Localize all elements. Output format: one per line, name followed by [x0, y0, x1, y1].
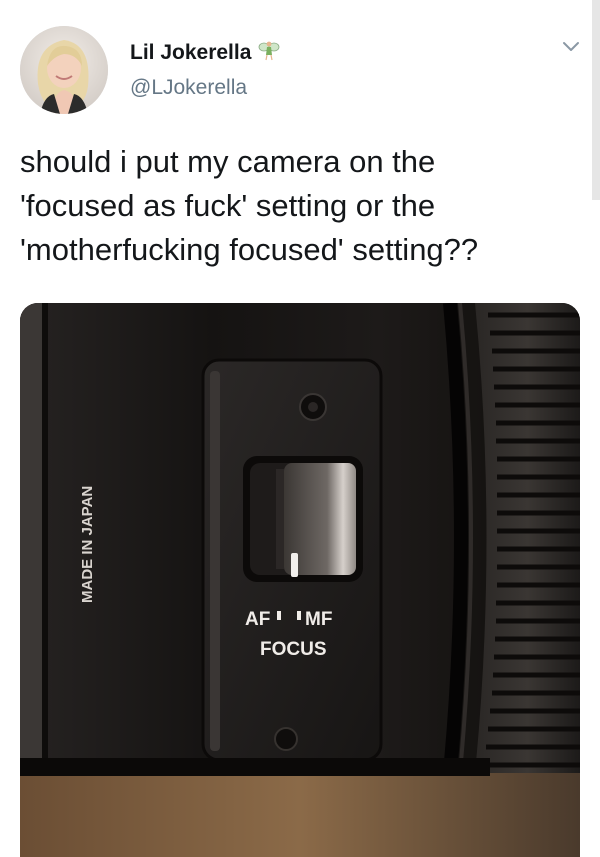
- af-label: AF: [245, 609, 270, 630]
- avatar-image: [20, 26, 108, 114]
- author-handle[interactable]: @LJokerella: [130, 76, 247, 100]
- focus-label: FOCUS: [260, 639, 327, 660]
- tweet-media-photo[interactable]: MADE IN JAPAN AF MF FOCUS: [20, 303, 580, 857]
- tweet-text: should i put my camera on the 'focused a…: [20, 144, 479, 267]
- author-name-row: Lil Jokerella: [130, 38, 281, 67]
- scroll-edge: [592, 0, 600, 200]
- camera-lens-photo: MADE IN JAPAN AF MF FOCUS: [20, 303, 580, 857]
- display-name[interactable]: Lil Jokerella: [130, 41, 251, 65]
- chevron-down-icon[interactable]: [561, 40, 581, 54]
- mf-label: MF: [305, 609, 332, 630]
- lens-made-in-japan-text: MADE IN JAPAN: [79, 486, 96, 603]
- fairy-icon: [257, 38, 281, 67]
- tweet: Lil Jokerella @LJokerella should i put m…: [0, 0, 600, 857]
- avatar[interactable]: [20, 26, 108, 114]
